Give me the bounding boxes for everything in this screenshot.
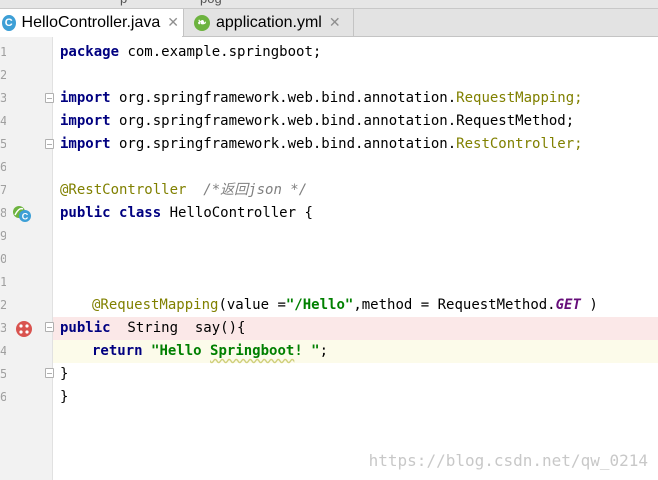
line-number: 6 bbox=[0, 160, 6, 174]
code-line: import org.springframework.web.bind.anno… bbox=[60, 113, 575, 129]
line-number: 4 bbox=[0, 114, 6, 128]
top-window-strip: p pog bbox=[0, 0, 658, 9]
request-mapping-icon[interactable] bbox=[15, 320, 33, 338]
line-number: 9 bbox=[0, 229, 6, 243]
line-number: 6 bbox=[0, 390, 6, 404]
code-line: public class HelloController { bbox=[60, 205, 313, 221]
tab-hellocontroller-java[interactable]: C HelloController.java ✕ bbox=[0, 9, 184, 36]
fold-marker[interactable] bbox=[45, 139, 54, 149]
close-icon[interactable]: ✕ bbox=[329, 15, 341, 31]
line-number: 1 bbox=[0, 275, 6, 289]
svg-text:C: C bbox=[22, 212, 29, 222]
code-line: import org.springframework.web.bind.anno… bbox=[60, 136, 583, 152]
code-line: package com.example.springboot; bbox=[60, 44, 322, 60]
line-number: 5 bbox=[0, 137, 6, 151]
spring-bean-icon[interactable]: C bbox=[12, 205, 32, 223]
java-class-icon: C bbox=[2, 14, 16, 31]
line-number: 3 bbox=[0, 91, 6, 105]
code-line: } bbox=[60, 366, 69, 382]
editor-tab-bar: C HelloController.java ✕ ❧ application.y… bbox=[0, 9, 658, 37]
code-line: @RestController /*返回json */ bbox=[60, 182, 308, 198]
line-number: 8 bbox=[0, 206, 6, 220]
line-number: 0 bbox=[0, 252, 6, 266]
tab-application-yml[interactable]: ❧ application.yml ✕ bbox=[186, 9, 354, 36]
close-icon[interactable]: ✕ bbox=[167, 15, 179, 31]
line-number: 7 bbox=[0, 183, 6, 197]
code-line: public String say(){ bbox=[60, 320, 246, 336]
fold-marker[interactable] bbox=[45, 93, 54, 103]
tab-label: HelloController.java bbox=[21, 13, 161, 31]
code-line: import org.springframework.web.bind.anno… bbox=[60, 90, 583, 106]
line-number: 2 bbox=[0, 298, 6, 312]
truncated-tab-text: p bbox=[120, 0, 127, 6]
watermark-text: https://blog.csdn.net/qw_0214 bbox=[368, 451, 648, 470]
spring-yml-icon: ❧ bbox=[194, 14, 210, 31]
code-line: } bbox=[60, 389, 69, 405]
tab-label: application.yml bbox=[216, 13, 322, 31]
line-number: 2 bbox=[0, 68, 6, 82]
line-number: 3 bbox=[0, 321, 6, 335]
code-line: @RequestMapping(value ="/Hello",method =… bbox=[92, 297, 598, 313]
fold-marker[interactable] bbox=[45, 368, 54, 378]
truncated-tab-text: pog bbox=[200, 0, 222, 6]
line-number: 1 bbox=[0, 45, 6, 59]
fold-marker[interactable] bbox=[45, 322, 54, 332]
code-line: return "Hello Springboot! "; bbox=[92, 343, 329, 359]
editor-gutter[interactable]: 1 2 3 4 5 6 7 8 9 0 1 2 3 4 5 6 bbox=[0, 37, 53, 480]
line-number: 4 bbox=[0, 344, 6, 358]
line-number: 5 bbox=[0, 367, 6, 381]
